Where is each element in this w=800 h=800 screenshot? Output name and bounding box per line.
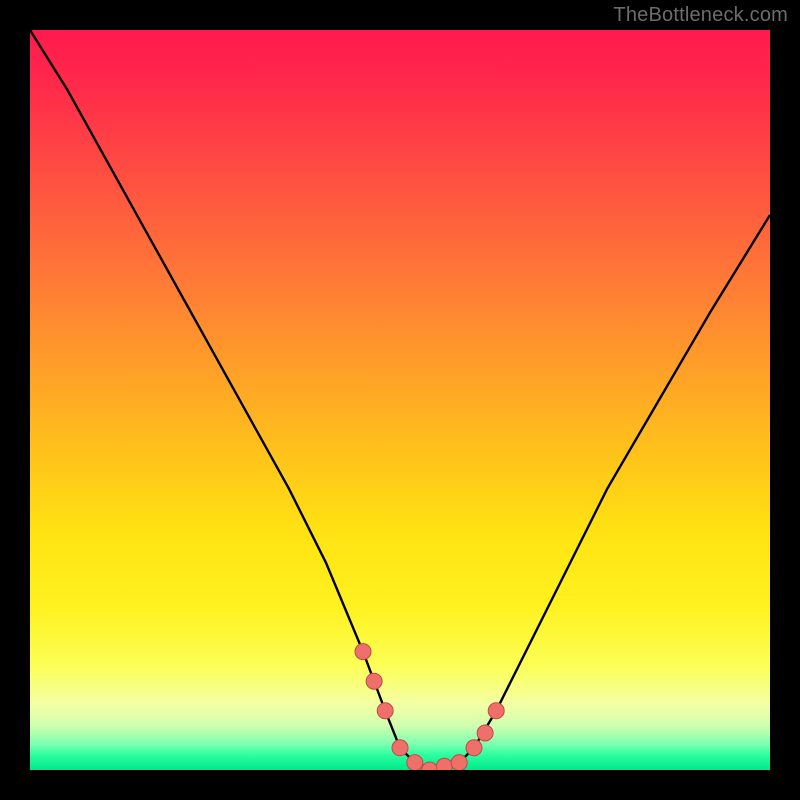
valley-dot: [407, 755, 423, 770]
outer-frame: TheBottleneck.com: [0, 0, 800, 800]
bottleneck-curve: [30, 30, 770, 770]
valley-dot: [477, 725, 493, 741]
valley-dot: [377, 703, 393, 719]
valley-dot: [422, 762, 438, 770]
valley-dot: [355, 644, 371, 660]
valley-dot: [436, 758, 452, 770]
valley-dot: [366, 673, 382, 689]
valley-dot: [466, 740, 482, 756]
watermark-text: TheBottleneck.com: [613, 4, 788, 27]
valley-dot: [488, 703, 504, 719]
chart-svg: [30, 30, 770, 770]
valley-dot: [451, 755, 467, 770]
plot-area: [30, 30, 770, 770]
valley-dot: [392, 740, 408, 756]
valley-dots-group: [355, 644, 504, 770]
